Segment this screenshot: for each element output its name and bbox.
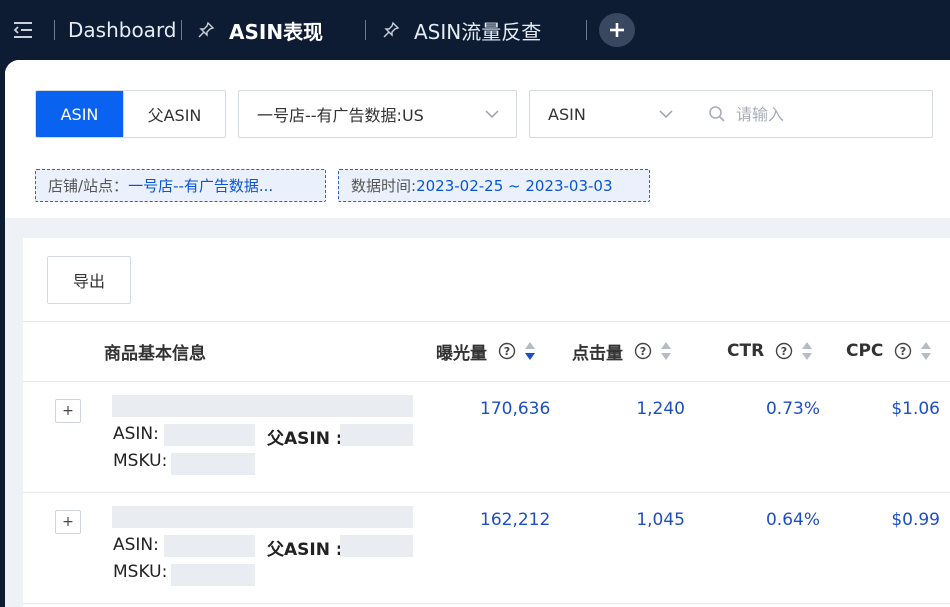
search-field-value: ASIN <box>548 104 586 124</box>
help-icon[interactable]: ? <box>775 342 793 360</box>
add-tab-button[interactable] <box>599 13 635 47</box>
cpc-value: $1.06 <box>891 399 940 419</box>
msku-label: MSKU: <box>113 451 168 471</box>
asin-value-placeholder <box>164 424 255 446</box>
column-header-ctr[interactable]: CTR ? <box>727 321 813 381</box>
parent-asin-label: 父ASIN : <box>267 429 343 449</box>
impressions-value: 170,636 <box>480 399 551 419</box>
column-header-label: CTR <box>727 341 765 361</box>
tab-dashboard[interactable]: Dashboard <box>68 0 177 60</box>
sort-icon[interactable] <box>920 340 932 362</box>
menu-collapse-icon[interactable] <box>12 19 34 41</box>
filter-chip-store[interactable]: 店铺/站点： 一号店--有广告数据... <box>35 169 326 202</box>
svg-text:?: ? <box>900 345 906 358</box>
chip-value: 2023-02-25 ~ 2023-03-03 <box>416 176 613 195</box>
cpc-value: $0.99 <box>891 510 940 530</box>
tab-divider <box>54 20 55 40</box>
ctr-value: 0.64% <box>765 510 820 530</box>
filter-chip-date[interactable]: 数据时间: 2023-02-25 ~ 2023-03-03 <box>338 169 650 202</box>
store-select[interactable]: 一号店--有广告数据:US <box>238 90 517 138</box>
column-header-label: 点击量 <box>572 343 623 364</box>
msku-label: MSKU: <box>113 562 168 582</box>
parent-asin-label: 父ASIN : <box>267 540 343 560</box>
asin-label: ASIN: <box>113 424 159 444</box>
chip-value: 一号店--有广告数据... <box>128 177 274 195</box>
search-field-select[interactable]: ASIN <box>529 90 691 138</box>
clicks-value: 1,045 <box>636 510 685 530</box>
product-title-placeholder <box>112 506 413 528</box>
tab-divider <box>365 20 366 40</box>
msku-value-placeholder <box>171 564 255 586</box>
mode-asin-button[interactable]: ASIN <box>36 91 123 137</box>
help-icon[interactable]: ? <box>894 342 912 360</box>
search-box <box>690 90 933 138</box>
tab-asin-traffic-lookup[interactable]: ASIN流量反查 <box>382 0 541 60</box>
tab-divider <box>181 20 182 40</box>
product-title-placeholder <box>112 395 413 417</box>
column-header-label: 商品基本信息 <box>104 343 206 364</box>
chevron-down-icon <box>485 110 499 119</box>
top-navigation-bar: Dashboard ASIN表现 ASIN流量反查 <box>0 0 950 60</box>
svg-text:?: ? <box>504 345 510 358</box>
asin-mode-toggle: ASIN 父ASIN <box>35 90 226 138</box>
parent-asin-value-placeholder <box>340 535 413 557</box>
asin-value-placeholder <box>164 535 255 557</box>
sort-icon[interactable] <box>660 340 672 362</box>
chip-key: 店铺/站点： <box>48 177 129 195</box>
table-row: + ASIN: 父ASIN : MSKU: 162,212 1,045 0.64… <box>23 493 950 604</box>
table-row: + ASIN: 父ASIN : MSKU: 170,636 1,240 0.73… <box>23 382 950 493</box>
column-header-cpc[interactable]: CPC ? <box>846 321 932 381</box>
search-input[interactable] <box>736 104 916 124</box>
help-icon[interactable]: ? <box>498 342 516 360</box>
divider <box>23 603 950 604</box>
tab-asin-performance[interactable]: ASIN表现 <box>197 0 323 60</box>
chevron-down-icon <box>659 110 673 119</box>
asin-label: ASIN: <box>113 535 159 555</box>
tab-divider <box>586 20 587 40</box>
tab-label: Dashboard <box>68 18 177 42</box>
msku-value-placeholder <box>171 453 255 475</box>
filter-panel: ASIN 父ASIN 一号店--有广告数据:US ASIN 店铺/站点： 一号店… <box>5 60 950 218</box>
pin-icon[interactable] <box>197 21 215 39</box>
impressions-value: 162,212 <box>480 510 551 530</box>
export-button[interactable]: 导出 <box>47 256 131 304</box>
sort-icon[interactable] <box>524 340 536 362</box>
column-header-label: CPC <box>846 341 884 361</box>
plus-icon <box>610 23 624 37</box>
mode-parent-asin-button[interactable]: 父ASIN <box>123 91 225 137</box>
expand-row-button[interactable]: + <box>55 510 81 534</box>
sort-icon[interactable] <box>801 340 813 362</box>
column-header-impressions[interactable]: 曝光量 ? <box>436 321 536 381</box>
clicks-value: 1,240 <box>636 399 685 419</box>
store-select-value: 一号店--有广告数据:US <box>257 106 424 125</box>
pin-icon[interactable] <box>382 21 400 39</box>
column-header-label: 曝光量 <box>436 343 487 364</box>
column-header-product-info: 商品基本信息 <box>104 321 206 381</box>
svg-text:?: ? <box>640 345 646 358</box>
parent-asin-value-placeholder <box>340 424 413 446</box>
chip-key: 数据时间: <box>351 177 417 195</box>
help-icon[interactable]: ? <box>634 342 652 360</box>
expand-row-button[interactable]: + <box>55 399 81 423</box>
svg-text:?: ? <box>781 345 787 358</box>
main-content: ASIN 父ASIN 一号店--有广告数据:US ASIN 店铺/站点： 一号店… <box>5 60 950 607</box>
tab-label: ASIN表现 <box>229 19 324 44</box>
table-card: 导出 商品基本信息 曝光量 ? 点击量 ? CTR ? CPC ? + ASIN… <box>23 238 950 607</box>
tab-label: ASIN流量反查 <box>414 19 542 44</box>
column-header-clicks[interactable]: 点击量 ? <box>572 321 672 381</box>
ctr-value: 0.73% <box>765 399 820 419</box>
search-icon <box>709 106 725 122</box>
